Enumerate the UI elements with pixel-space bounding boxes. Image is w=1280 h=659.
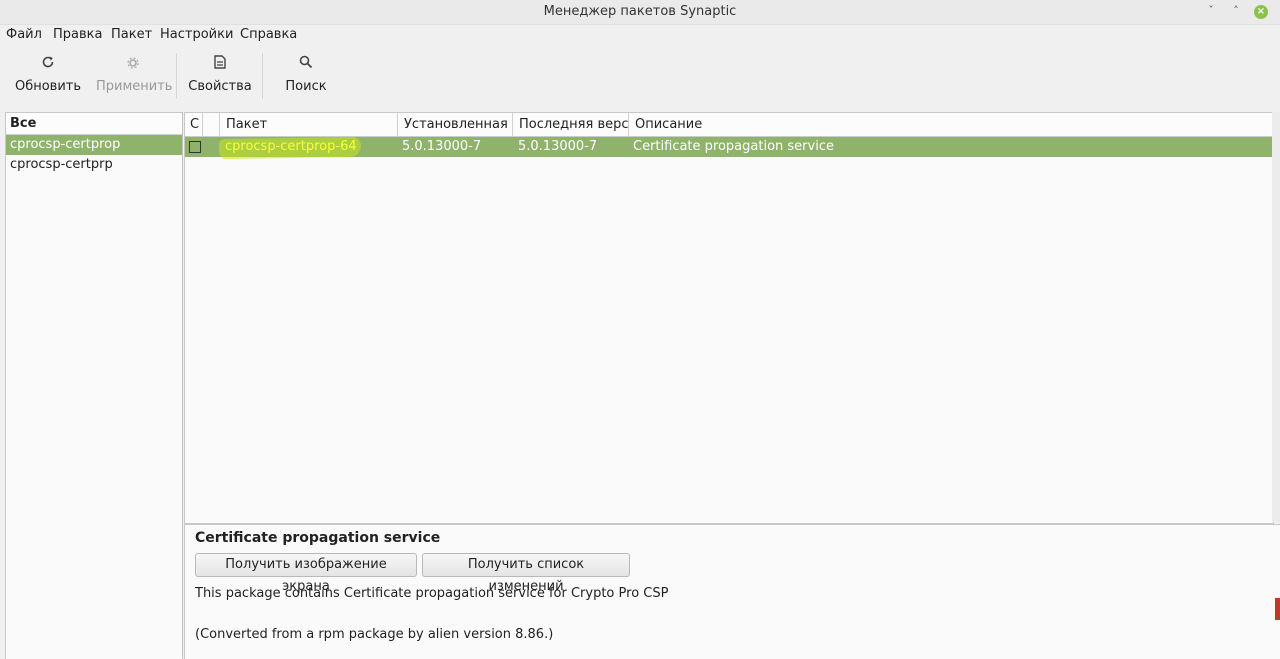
menu-help[interactable]: Справка [240,27,297,42]
column-package[interactable]: Пакет [220,113,398,136]
details-pane: Certificate propagation service Получить… [184,524,1280,659]
package-checkbox[interactable] [189,141,201,153]
installed-version: 5.0.13000-7 [402,139,482,154]
table-row[interactable]: cprocsp-certprop-64 5.0.13000-7 5.0.1300… [185,136,1273,160]
table-header: С Пакет Установленная ве Последняя верси… [185,113,1273,137]
reload-label: Обновить [14,79,82,94]
filter-item-cprocsp-certprop[interactable]: cprocsp-certprop [6,135,182,155]
title-bar: Менеджер пакетов Synaptic ˇ ˄ × [0,0,1280,25]
apply-label: Применить [96,79,173,94]
get-screenshot-button[interactable]: Получить изображение экрана [195,553,417,594]
latest-version: 5.0.13000-7 [518,139,598,154]
menu-edit[interactable]: Правка [53,27,102,42]
column-installed-version[interactable]: Установленная ве [398,113,513,136]
properties-button[interactable]: Свойства [188,53,252,103]
menu-settings[interactable]: Настройки [160,27,233,42]
table-scrollbar[interactable] [1272,112,1280,522]
apply-button[interactable]: Применить [96,53,173,103]
maximize-icon[interactable]: ˄ [1228,3,1244,19]
menu-bar: Файл Правка Пакет Настройки Справка [0,24,1280,46]
details-conversion-note: (Converted from a rpm package by alien v… [195,627,554,642]
properties-label: Свойства [188,79,252,94]
gear-icon [96,53,170,75]
package-table: С Пакет Установленная ве Последняя верси… [184,112,1274,524]
column-latest-version[interactable]: Последняя верси [513,113,629,136]
package-description: Certificate propagation service [633,139,834,154]
column-description[interactable]: Описание [629,113,1273,136]
filter-item-cprocsp-certprp[interactable]: cprocsp-certprp [6,155,182,175]
get-changelog-button[interactable]: Получить список изменений [422,553,630,594]
reload-button[interactable]: Обновить [14,53,82,103]
search-label: Поиск [285,79,327,94]
menu-package[interactable]: Пакет [111,27,152,42]
reload-icon [14,53,82,75]
search-icon [282,53,330,75]
menu-file[interactable]: Файл [6,27,42,42]
package-name: cprocsp-certprop-64 [225,139,357,154]
toolbar: Обновить Применить Свойства Поиск [0,47,1280,107]
filter-list-header[interactable]: Все [6,113,182,135]
minimize-icon[interactable]: ˇ [1203,3,1219,19]
toolbar-separator [176,53,177,99]
column-status[interactable]: С [185,113,203,136]
close-icon[interactable]: × [1254,5,1268,19]
column-support[interactable] [203,113,220,136]
window-title: Менеджер пакетов Synaptic [543,4,737,19]
search-button[interactable]: Поиск [282,53,330,103]
toolbar-separator [262,53,263,99]
details-description: This package contains Certificate propag… [195,586,669,601]
details-title: Certificate propagation service [195,530,441,546]
filter-list: Все cprocsp-certprop cprocsp-certprp [5,112,183,659]
edge-marker [1275,598,1280,620]
document-icon [188,53,252,75]
